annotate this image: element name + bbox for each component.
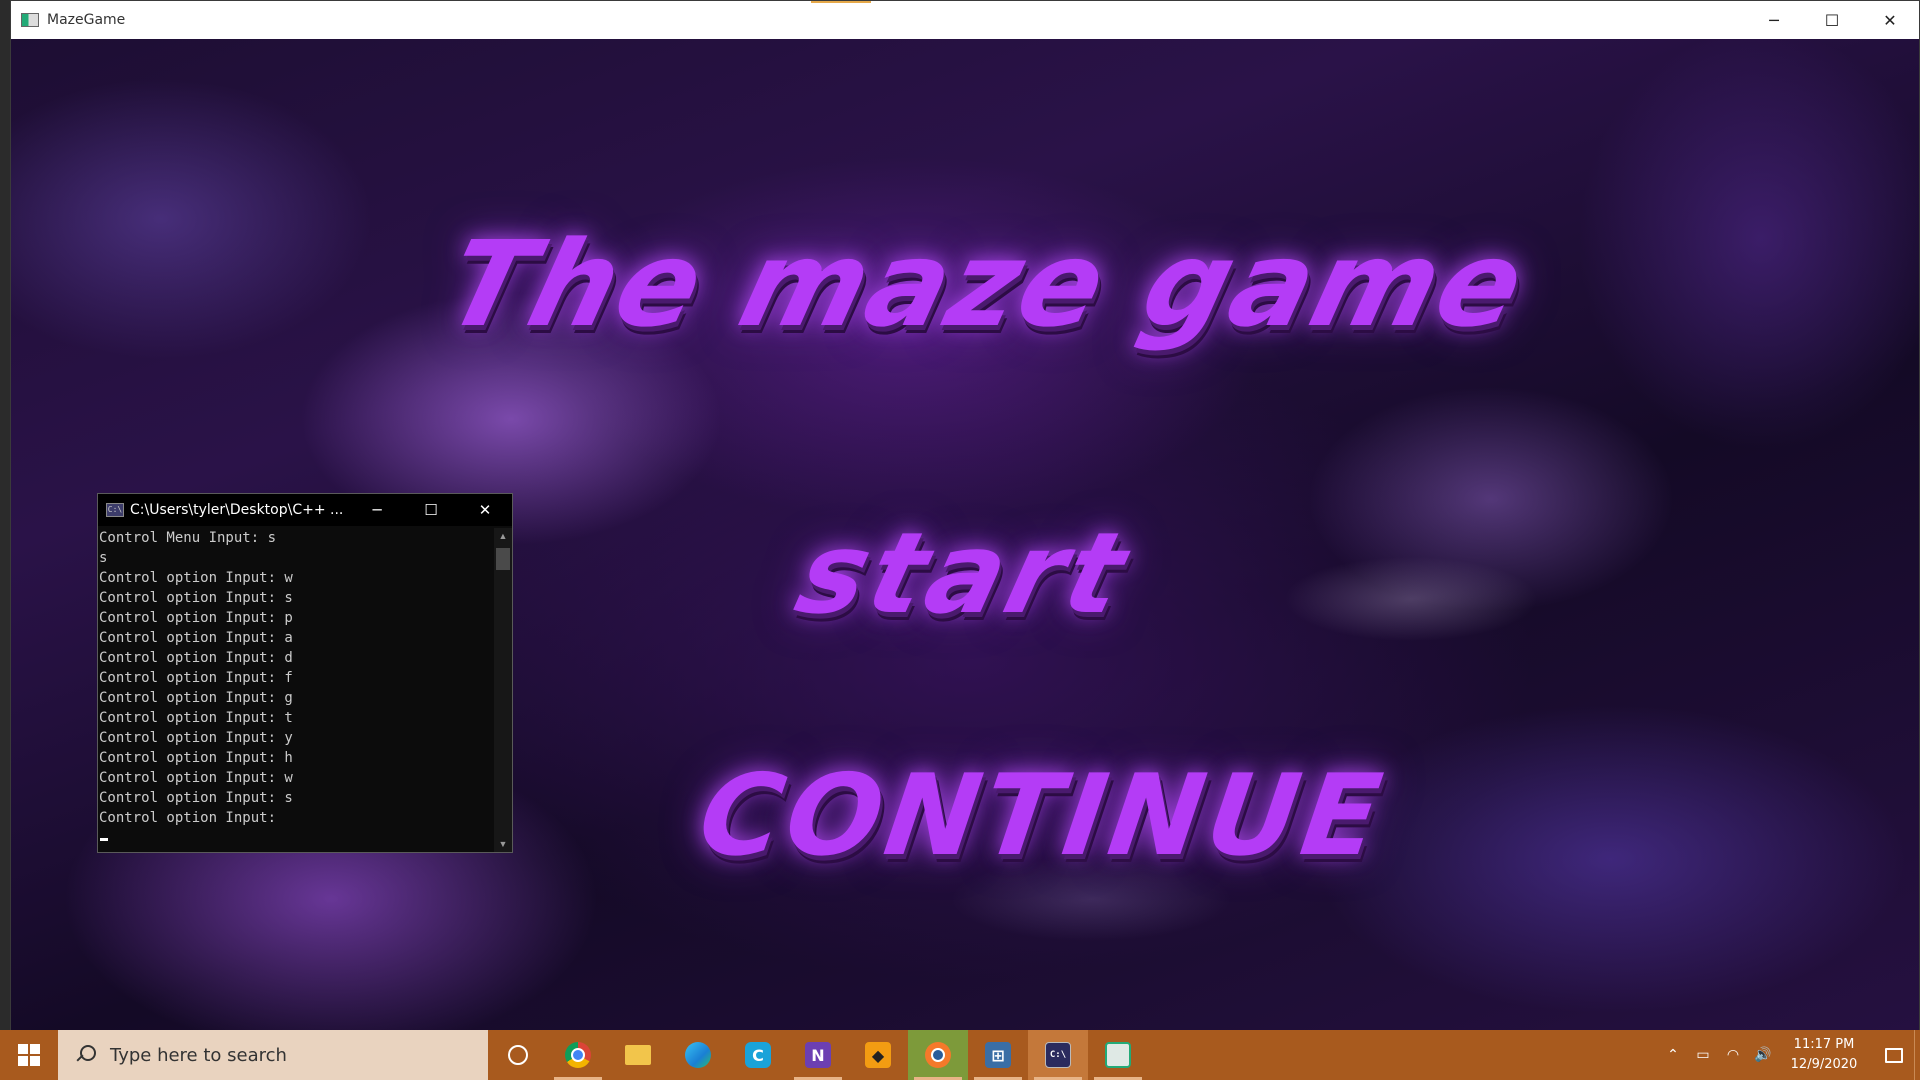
visual-studio-icon: N (805, 1042, 831, 1068)
console-line: Control option Input: f (99, 670, 293, 686)
tray-chevron-icon[interactable]: ⌃ (1658, 1047, 1688, 1063)
console-line: Control option Input: g (99, 690, 293, 706)
console-line: Control option Input: y (99, 730, 293, 746)
console-maximize-button[interactable]: ☐ (404, 494, 458, 526)
scroll-down-arrow-icon[interactable]: ▼ (494, 836, 512, 852)
ccleaner-icon: C (745, 1042, 771, 1068)
console-app-icon: C:\ (106, 503, 124, 517)
cortana-icon (508, 1045, 528, 1065)
console-titlebar[interactable]: C:\ C:\Users\tyler\Desktop\C++ ... ─ ☐ ✕ (98, 494, 512, 526)
console-close-button[interactable]: ✕ (458, 494, 512, 526)
wifi-icon[interactable]: ◠ (1718, 1047, 1748, 1063)
window-titlebar[interactable]: MazeGame ─ ☐ ✕ (11, 1, 1919, 39)
console-line: Control option Input: (99, 810, 277, 826)
clock-time: 11:17 PM (1793, 1037, 1855, 1052)
taskbar-item-mazegame[interactable] (1088, 1030, 1148, 1080)
notification-center-icon[interactable] (1874, 1030, 1914, 1080)
taskbar-item-sublime[interactable]: ◆ (848, 1030, 908, 1080)
taskbar-item-network-app[interactable]: ⊞ (968, 1030, 1028, 1080)
taskbar-item-chrome[interactable] (548, 1030, 608, 1080)
chrome-icon (565, 1042, 591, 1068)
system-tray: ⌃ ▭ ◠ 🔊 11:17 PM 12/9/2020 (1658, 1030, 1920, 1080)
close-button[interactable]: ✕ (1861, 1, 1919, 39)
console-cursor (100, 838, 108, 841)
scroll-up-arrow-icon[interactable]: ▲ (494, 528, 512, 544)
taskbar-apps: C N ◆ ⊞ C:\ (488, 1030, 1148, 1080)
taskbar-item-edge[interactable] (668, 1030, 728, 1080)
console-line: Control option Input: t (99, 710, 293, 726)
console-line: Control option Input: h (99, 750, 293, 766)
console-line: Control option Input: s (99, 590, 293, 606)
console-line: Control option Input: d (99, 650, 293, 666)
console-line: Control Menu Input: s (99, 530, 277, 546)
battery-icon[interactable]: ▭ (1688, 1047, 1718, 1063)
continue-button[interactable]: CONTINUE (692, 751, 1393, 881)
clock-date: 12/9/2020 (1790, 1057, 1858, 1072)
edge-icon (685, 1042, 711, 1068)
taskbar-item-file-explorer[interactable] (608, 1030, 668, 1080)
mazegame-icon (1105, 1042, 1131, 1068)
titlebar-accent (811, 1, 871, 3)
taskbar-item-console[interactable]: C:\ (1028, 1030, 1088, 1080)
taskbar-item-blender[interactable] (908, 1030, 968, 1080)
network-icon: ⊞ (985, 1042, 1011, 1068)
search-placeholder: Type here to search (110, 1044, 287, 1066)
maximize-button[interactable]: ☐ (1803, 1, 1861, 39)
console-minimize-button[interactable]: ─ (350, 494, 404, 526)
console-output[interactable]: Control Menu Input: s s Control option I… (98, 528, 494, 852)
minimize-button[interactable]: ─ (1745, 1, 1803, 39)
console-window: C:\ C:\Users\tyler\Desktop\C++ ... ─ ☐ ✕… (97, 493, 513, 853)
blender-icon (925, 1042, 951, 1068)
show-desktop-button[interactable] (1914, 1030, 1920, 1080)
desktop-background (0, 0, 10, 1030)
console-line: Control option Input: s (99, 790, 293, 806)
console-icon: C:\ (1045, 1042, 1071, 1068)
folder-icon (625, 1045, 651, 1065)
console-line: Control option Input: w (99, 570, 293, 586)
app-icon (21, 13, 39, 27)
console-line: Control option Input: a (99, 630, 293, 646)
windows-logo-icon (18, 1044, 40, 1066)
taskbar: Type here to search C N ◆ ⊞ C:\ ⌃ ▭ ◠ 🔊 … (0, 1030, 1920, 1080)
console-scrollbar[interactable]: ▲ ▼ (494, 528, 512, 852)
start-button-windows[interactable] (0, 1030, 58, 1080)
console-title: C:\Users\tyler\Desktop\C++ ... (130, 502, 344, 518)
console-line: Control option Input: p (99, 610, 293, 626)
console-line: Control option Input: w (99, 770, 293, 786)
volume-icon[interactable]: 🔊 (1748, 1047, 1778, 1063)
search-icon (74, 1044, 96, 1066)
taskbar-clock[interactable]: 11:17 PM 12/9/2020 (1784, 1035, 1864, 1075)
taskbar-item-ccleaner[interactable]: C (728, 1030, 788, 1080)
taskbar-search-box[interactable]: Type here to search (58, 1030, 488, 1080)
game-title: The maze game (433, 215, 1540, 353)
scroll-thumb[interactable] (496, 548, 510, 570)
window-title: MazeGame (47, 12, 126, 28)
taskbar-item-cortana[interactable] (488, 1030, 548, 1080)
sublime-icon: ◆ (865, 1042, 891, 1068)
console-line: s (99, 550, 108, 566)
start-button[interactable]: Start (785, 509, 1142, 639)
taskbar-item-visual-studio[interactable]: N (788, 1030, 848, 1080)
